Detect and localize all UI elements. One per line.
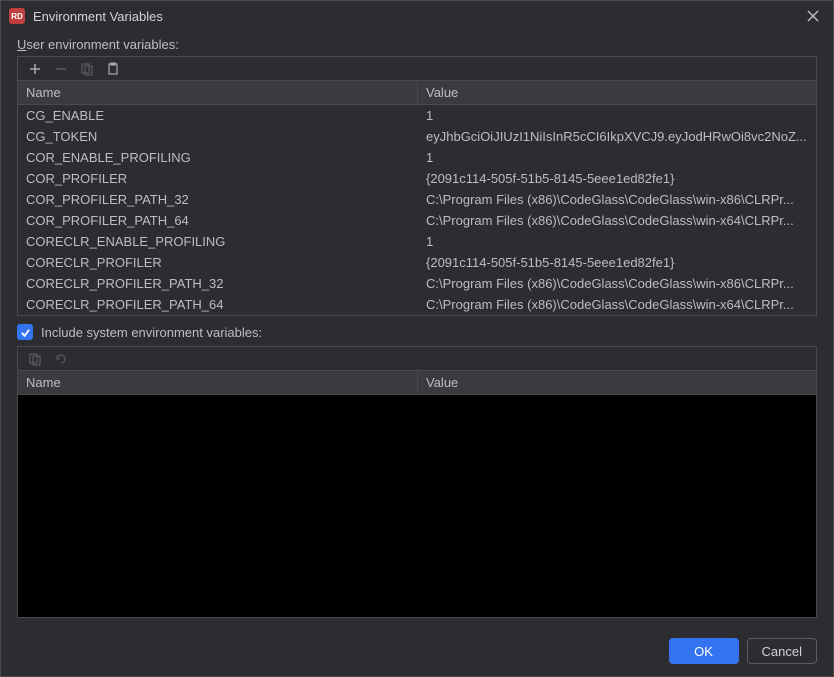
ok-button[interactable]: OK bbox=[669, 638, 739, 664]
cell-value[interactable]: 1 bbox=[418, 108, 816, 123]
dialog-footer: OK Cancel bbox=[1, 628, 833, 676]
cell-value[interactable]: C:\Program Files (x86)\CodeGlass\CodeGla… bbox=[418, 276, 816, 291]
environment-variables-dialog: RD Environment Variables User environmen… bbox=[0, 0, 834, 677]
user-table-body: CG_ENABLE1CG_TOKENeyJhbGciOiJIUzI1NiIsIn… bbox=[18, 105, 816, 315]
cancel-button[interactable]: Cancel bbox=[747, 638, 817, 664]
column-header-value[interactable]: Value bbox=[418, 371, 816, 394]
cell-value[interactable]: 1 bbox=[418, 150, 816, 165]
app-icon: RD bbox=[9, 8, 25, 24]
cell-value[interactable]: {2091c114-505f-51b5-8145-5eee1ed82fe1} bbox=[418, 255, 816, 270]
plus-icon bbox=[28, 62, 42, 76]
cell-value[interactable]: 1 bbox=[418, 234, 816, 249]
cell-name[interactable]: COR_PROFILER bbox=[18, 171, 418, 186]
include-system-checkbox[interactable] bbox=[17, 324, 33, 340]
table-row[interactable]: CG_TOKENeyJhbGciOiJIUzI1NiIsInR5cCI6IkpX… bbox=[18, 126, 816, 147]
paste-button[interactable] bbox=[102, 60, 124, 78]
user-table-header: Name Value bbox=[18, 81, 816, 105]
paste-icon bbox=[106, 62, 120, 76]
cell-name[interactable]: COR_ENABLE_PROFILING bbox=[18, 150, 418, 165]
cell-name[interactable]: COR_PROFILER_PATH_32 bbox=[18, 192, 418, 207]
cell-name[interactable]: CG_ENABLE bbox=[18, 108, 418, 123]
column-header-value[interactable]: Value bbox=[418, 81, 816, 104]
table-row[interactable]: CG_ENABLE1 bbox=[18, 105, 816, 126]
system-table-header: Name Value bbox=[18, 371, 816, 395]
cell-name[interactable]: CORECLR_PROFILER_PATH_64 bbox=[18, 297, 418, 312]
table-row[interactable]: CORECLR_PROFILER{2091c114-505f-51b5-8145… bbox=[18, 252, 816, 273]
cell-value[interactable]: {2091c114-505f-51b5-8145-5eee1ed82fe1} bbox=[418, 171, 816, 186]
table-row[interactable]: COR_ENABLE_PROFILING1 bbox=[18, 147, 816, 168]
cell-name[interactable]: CORECLR_PROFILER_PATH_32 bbox=[18, 276, 418, 291]
user-vars-toolbar bbox=[17, 56, 817, 80]
checkmark-icon bbox=[20, 327, 31, 338]
table-row[interactable]: CORECLR_ENABLE_PROFILING1 bbox=[18, 231, 816, 252]
close-icon bbox=[807, 10, 819, 22]
user-vars-table: Name Value CG_ENABLE1CG_TOKENeyJhbGciOiJ… bbox=[17, 80, 817, 316]
dialog-content: User environment variables: bbox=[1, 31, 833, 628]
cell-name[interactable]: CORECLR_ENABLE_PROFILING bbox=[18, 234, 418, 249]
undo-icon bbox=[54, 352, 68, 366]
system-table-body bbox=[18, 395, 816, 617]
close-button[interactable] bbox=[801, 4, 825, 28]
cell-value[interactable]: C:\Program Files (x86)\CodeGlass\CodeGla… bbox=[418, 297, 816, 312]
copy-icon bbox=[28, 352, 42, 366]
titlebar: RD Environment Variables bbox=[1, 1, 833, 31]
system-vars-table: Name Value bbox=[17, 370, 817, 618]
column-header-name[interactable]: Name bbox=[18, 371, 418, 394]
minus-icon bbox=[54, 62, 68, 76]
remove-button bbox=[50, 60, 72, 78]
cell-value[interactable]: C:\Program Files (x86)\CodeGlass\CodeGla… bbox=[418, 213, 816, 228]
cell-name[interactable]: CORECLR_PROFILER bbox=[18, 255, 418, 270]
table-row[interactable]: CORECLR_PROFILER_PATH_64C:\Program Files… bbox=[18, 294, 816, 315]
revert-button bbox=[50, 350, 72, 368]
include-system-label: Include system environment variables: bbox=[41, 325, 262, 340]
include-system-row: Include system environment variables: bbox=[17, 324, 817, 340]
cell-name[interactable]: COR_PROFILER_PATH_64 bbox=[18, 213, 418, 228]
cell-value[interactable]: eyJhbGciOiJIUzI1NiIsInR5cCI6IkpXVCJ9.eyJ… bbox=[418, 129, 816, 144]
cell-name[interactable]: CG_TOKEN bbox=[18, 129, 418, 144]
table-row[interactable]: COR_PROFILER_PATH_64C:\Program Files (x8… bbox=[18, 210, 816, 231]
add-button[interactable] bbox=[24, 60, 46, 78]
system-vars-toolbar bbox=[17, 346, 817, 370]
table-row[interactable]: COR_PROFILER_PATH_32C:\Program Files (x8… bbox=[18, 189, 816, 210]
dialog-title: Environment Variables bbox=[33, 9, 801, 24]
copy-icon bbox=[80, 62, 94, 76]
user-vars-label: User environment variables: bbox=[17, 37, 817, 52]
table-row[interactable]: CORECLR_PROFILER_PATH_32C:\Program Files… bbox=[18, 273, 816, 294]
copy-system-button bbox=[24, 350, 46, 368]
copy-button bbox=[76, 60, 98, 78]
cell-value[interactable]: C:\Program Files (x86)\CodeGlass\CodeGla… bbox=[418, 192, 816, 207]
table-row[interactable]: COR_PROFILER{2091c114-505f-51b5-8145-5ee… bbox=[18, 168, 816, 189]
column-header-name[interactable]: Name bbox=[18, 81, 418, 104]
